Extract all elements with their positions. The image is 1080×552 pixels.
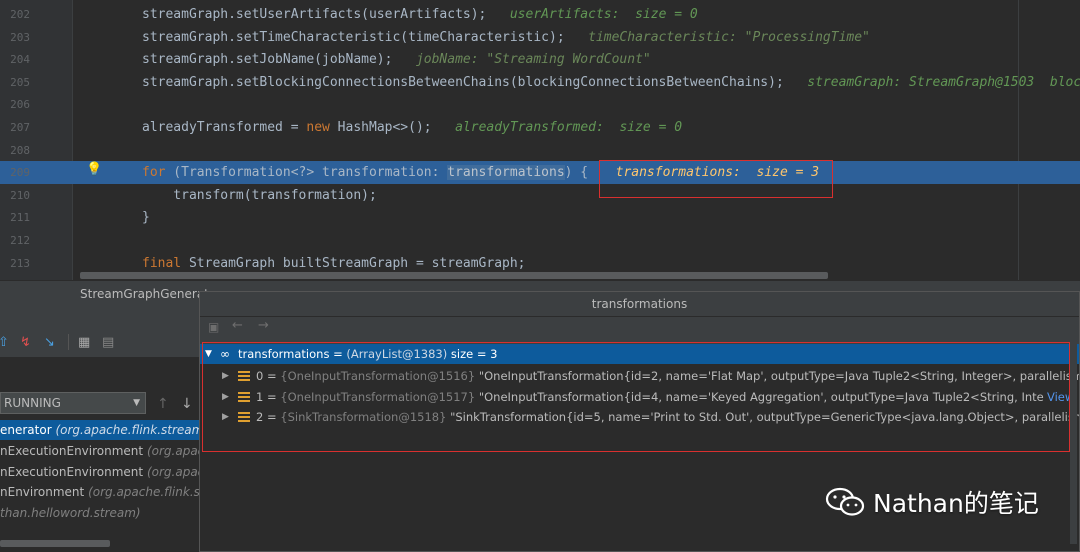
inline-debug-value: streamGraph: StreamGraph@1503 block [807, 74, 1080, 90]
line-number: 212 [10, 234, 30, 247]
copy-icon[interactable]: ▣ [208, 320, 219, 334]
frame-location: (org.apache.flink.streamin [55, 423, 200, 437]
code-text: streamGraph.setTimeCharacteristic(timeCh… [142, 29, 565, 45]
stack-frame[interactable]: than.helloword.stream) [0, 503, 200, 523]
keyword: for [142, 165, 166, 181]
frame-location: (org.apache [146, 443, 200, 458]
popup-title: transformations [200, 292, 1079, 317]
code-text: transform(transformation); [142, 187, 377, 203]
code-line[interactable]: transform(transformation); [72, 185, 1080, 207]
frames-scrollbar[interactable] [0, 540, 110, 547]
keyword: new [306, 120, 330, 135]
stack-frame[interactable]: nExecutionEnvironment (org.apache [0, 441, 200, 461]
keyword: final [142, 255, 182, 271]
code-text: streamGraph.setBlockingConnectionsBetwee… [142, 74, 784, 90]
stack-frame[interactable]: nExecutionEnvironment (org.apache [0, 462, 200, 482]
frame-method: nEnvironment [0, 485, 85, 500]
horizontal-scrollbar[interactable] [80, 272, 828, 279]
frame-method: nExecutionEnvironment [0, 443, 144, 458]
evaluate-expression-icon[interactable]: ▦ [78, 335, 90, 350]
drop-frame-icon[interactable]: ↯ [20, 335, 31, 350]
watermark: Nathan的笔记 [825, 484, 1039, 520]
inline-debug-value: userArtifacts: size = 0 [509, 7, 698, 22]
chevron-down-icon: ▼ [133, 398, 140, 408]
code-text: HashMap<>(); [329, 120, 432, 135]
frame-method: enerator [0, 423, 52, 437]
debug-toolbar: ⇧ ↯ ↘ ▦ ▤ [0, 329, 200, 357]
editor-breadcrumb[interactable]: StreamGraphGenerat [0, 281, 209, 307]
code-line[interactable] [72, 140, 1080, 162]
code-line[interactable]: streamGraph.setUserArtifacts(userArtifac… [72, 4, 1080, 26]
code-line[interactable]: } [72, 207, 1080, 229]
code-text: streamGraph.setJobName(jobName); [142, 52, 393, 68]
thread-selector[interactable]: RUNNING ▼ [0, 392, 146, 414]
code-line[interactable]: alreadyTransformed = new HashMap<>(); al… [72, 117, 1080, 139]
code-line[interactable]: streamGraph.setBlockingConnectionsBetwee… [72, 72, 1080, 94]
stack-frame[interactable]: nEnvironment (org.apache.flink.stre [0, 482, 200, 502]
down-arrow-icon[interactable]: ↓ [181, 396, 193, 412]
line-number: 205 [10, 75, 30, 89]
code-text: } [142, 210, 150, 226]
tree-highlight-box [202, 342, 1070, 452]
line-number: 210 [10, 188, 30, 202]
code-line[interactable] [72, 94, 1080, 116]
line-number: 202 [10, 8, 30, 21]
code-text: ) { [564, 165, 589, 181]
trace-icon[interactable]: ▤ [102, 335, 114, 350]
frame-location: (org.apache [146, 464, 200, 479]
toolbar-separator [68, 334, 69, 350]
popup-toolbar: ▣ ← → [200, 316, 1079, 340]
frame-location: (org.apache.flink.stre [88, 485, 200, 500]
code-text: streamGraph.setUserArtifacts(userArtifac… [142, 7, 487, 22]
code-text: StreamGraph builtStreamGraph = streamGra… [181, 255, 526, 271]
inline-debug-value: timeCharacteristic: "ProcessingTime" [588, 29, 870, 45]
popup-scrollbar[interactable] [1070, 344, 1077, 544]
forward-arrow-icon[interactable]: → [258, 318, 269, 333]
inline-value-highlight-box [599, 160, 833, 198]
frame-location: than.helloword.stream) [0, 506, 141, 521]
stack-frame[interactable]: enerator (org.apache.flink.streamin [0, 420, 200, 440]
thread-status: RUNNING [4, 396, 61, 410]
inline-debug-value: jobName: "Streaming WordCount" [415, 52, 651, 68]
debug-panel-header [0, 307, 200, 330]
step-out-icon[interactable]: ⇧ [0, 335, 9, 350]
watermark-text: Nathan的笔记 [873, 489, 1039, 518]
code-text: alreadyTransformed = [142, 120, 307, 135]
code-text: (Transformation<?> transformation: [165, 165, 448, 181]
code-line[interactable]: streamGraph.setJobName(jobName); jobName… [72, 49, 1080, 71]
line-number: 208 [10, 143, 30, 157]
line-number: 213 [10, 256, 30, 270]
wechat-logo-icon [825, 487, 865, 516]
code-line[interactable] [72, 230, 1080, 252]
inline-debug-value: alreadyTransformed: size = 0 [455, 120, 683, 135]
line-number: 211 [10, 211, 30, 225]
up-arrow-icon[interactable]: ↑ [157, 396, 169, 412]
run-to-cursor-icon[interactable]: ↘ [44, 335, 55, 350]
selected-identifier: transformations [447, 165, 565, 181]
line-number: 203 [10, 30, 30, 44]
code-line[interactable]: for (Transformation<?> transformation: t… [72, 162, 1080, 184]
line-number: 204 [10, 53, 30, 67]
lightbulb-icon[interactable]: 💡 [86, 162, 102, 177]
back-arrow-icon[interactable]: ← [232, 318, 243, 333]
line-number: 207 [10, 121, 30, 134]
line-number: 209 [10, 166, 30, 180]
line-number: 206 [10, 98, 30, 112]
frame-method: nExecutionEnvironment [0, 464, 144, 479]
code-line[interactable]: streamGraph.setTimeCharacteristic(timeCh… [72, 27, 1080, 49]
